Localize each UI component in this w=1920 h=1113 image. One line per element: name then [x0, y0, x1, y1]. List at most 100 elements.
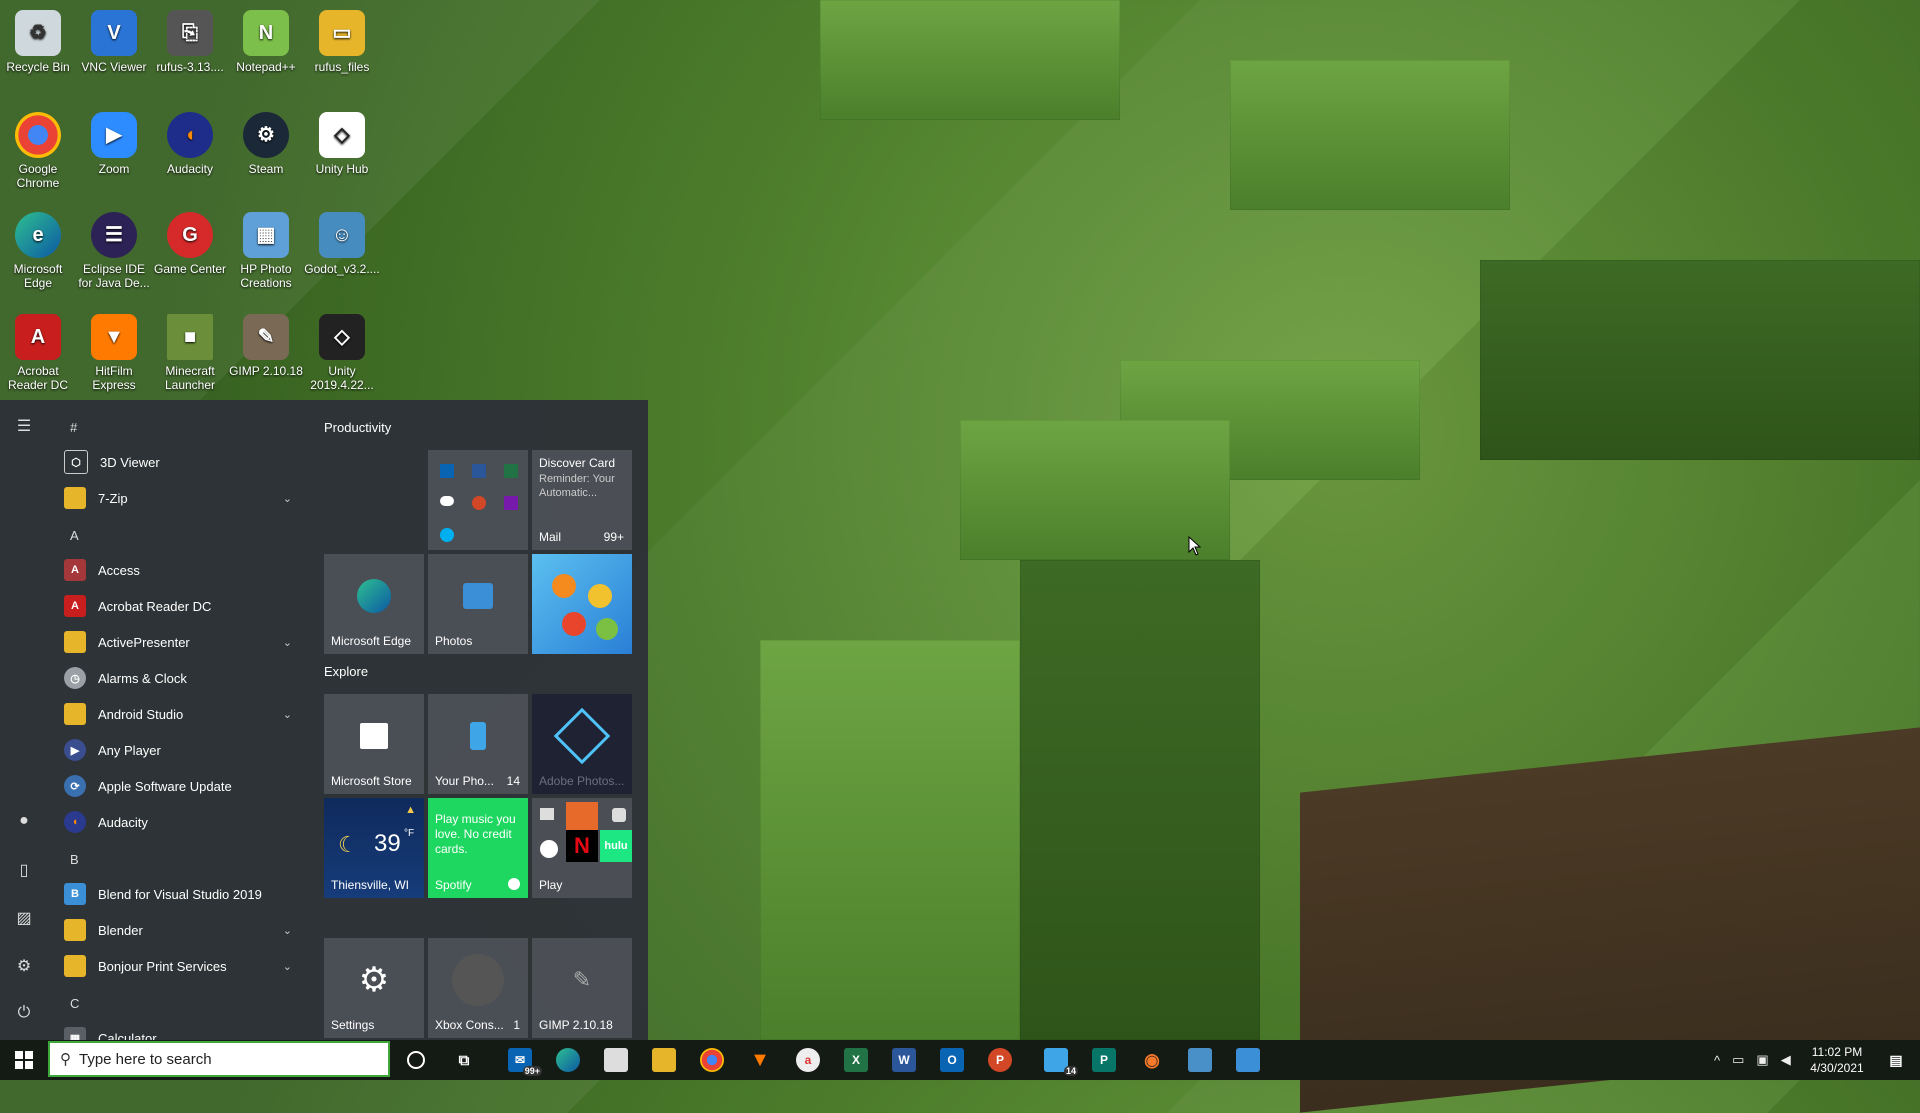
letter-header[interactable]: A [70, 528, 79, 543]
desktop-icon-game-center[interactable]: G Game Center [152, 208, 228, 276]
desktop-icon-eclipse[interactable]: ☰ Eclipse IDE for Java De... [76, 208, 152, 290]
desktop-icon-hitfilm[interactable]: ▼ HitFilm Express [76, 310, 152, 392]
chevron-down-icon: ⌄ [282, 492, 292, 505]
volume-icon[interactable]: ◀ [1781, 1052, 1791, 1068]
app-item-audacity[interactable]: ◖ Audacity [48, 804, 310, 840]
desktop-icon-zoom[interactable]: ▶ Zoom [76, 108, 152, 176]
mail-tile[interactable]: Discover Card Reminder: Your Automatic..… [532, 450, 632, 550]
app-item-calculator[interactable]: ▦ Calculator [48, 1020, 310, 1040]
app-item-activepresenter[interactable]: ActivePresenter ⌄ [48, 624, 310, 660]
desktop-icon-minecraft[interactable]: ■ Minecraft Launcher [152, 310, 228, 392]
letter-header[interactable]: C [70, 996, 79, 1011]
desktop-icon-hp-photo[interactable]: ▦ HP Photo Creations [228, 208, 304, 290]
desktop-icon-unity[interactable]: ◇ Unity 2019.4.22... [304, 310, 380, 392]
taskbar-word[interactable]: W [880, 1040, 928, 1080]
xbox-console-tile[interactable]: Xbox Cons... 1 [428, 938, 528, 1038]
action-center-button[interactable]: ▤ [1872, 1040, 1920, 1080]
photos-icon [463, 583, 493, 609]
play-tile[interactable]: N hulu Play [532, 798, 632, 898]
calculator-icon: ▦ [64, 1027, 86, 1040]
store-tile[interactable]: Microsoft Store [324, 694, 424, 794]
app-item-alarms[interactable]: ◷ Alarms & Clock [48, 660, 310, 696]
desktop-icon-gimp[interactable]: ✎ GIMP 2.10.18 [228, 310, 304, 378]
app-item-any-player[interactable]: ▶ Any Player [48, 732, 310, 768]
taskbar-edge[interactable] [544, 1040, 592, 1080]
search-icon: ⚲ [60, 1051, 71, 1068]
app-item-acrobat[interactable]: A Acrobat Reader DC [48, 588, 310, 624]
gimp-tile-label: GIMP 2.10.18 [539, 1018, 613, 1032]
adobe-photoshop-tile[interactable]: Adobe Photos... [532, 694, 632, 794]
documents-icon[interactable]: ▯ [12, 860, 36, 884]
desktop-icon-recycle-bin[interactable]: ♻ Recycle Bin [0, 6, 76, 74]
chevron-down-icon: ⌄ [282, 708, 292, 721]
taskbar-hitfilm[interactable]: ▼ [736, 1040, 784, 1080]
desktop-icon-edge[interactable]: e Microsoft Edge [0, 208, 76, 290]
spotify-tile[interactable]: Play music you love. No credit cards. Sp… [428, 798, 528, 898]
desktop-icon-steam[interactable]: ⚙ Steam [228, 108, 304, 176]
app-item-apple-update[interactable]: ⟳ Apple Software Update [48, 768, 310, 804]
desktop-icon-notepadpp[interactable]: N Notepad++ [228, 6, 304, 74]
start-button[interactable] [0, 1040, 48, 1080]
app-item-3d-viewer[interactable]: ⬡ 3D Viewer [48, 444, 310, 480]
taskbar-outlook[interactable]: O [928, 1040, 976, 1080]
usb-icon: ⎘ [167, 10, 213, 56]
taskbar-file-explorer[interactable] [640, 1040, 688, 1080]
app-item-blend[interactable]: B Blend for Visual Studio 2019 [48, 876, 310, 912]
hitfilm-icon: ▼ [91, 314, 137, 360]
taskbar-mail[interactable]: ✉ 99+ [496, 1040, 544, 1080]
desktop-icon-godot[interactable]: ☺ Godot_v3.2.... [304, 208, 380, 276]
taskbar-app-red[interactable]: a [784, 1040, 832, 1080]
taskbar-rdp[interactable] [1176, 1040, 1224, 1080]
app-item-android-studio[interactable]: Android Studio ⌄ [48, 696, 310, 732]
desktop-icon-rufus[interactable]: ⎘ rufus-3.13.... [152, 6, 228, 74]
desktop-icon-acrobat[interactable]: A Acrobat Reader DC [0, 310, 76, 392]
user-icon[interactable]: ● [12, 812, 36, 836]
taskbar-chrome[interactable] [688, 1040, 736, 1080]
show-hidden-icons-icon[interactable]: ^ [1714, 1053, 1720, 1068]
chevron-down-icon: ⌄ [282, 924, 292, 937]
powerpoint-icon [472, 496, 486, 510]
office-apps-tile[interactable] [428, 450, 528, 550]
network-icon[interactable]: ▣ [1756, 1052, 1768, 1068]
desktop-icon-audacity[interactable]: ◖ Audacity [152, 108, 228, 176]
tile-area: Productivity Discover Card Reminder: You… [318, 400, 648, 1040]
settings-gear-icon[interactable]: ⚙ [12, 956, 36, 980]
taskbar-store[interactable] [592, 1040, 640, 1080]
taskbar: ⚲ Type here to search ⧉ ✉ 99+ ▼ a X W O P… [0, 1040, 1920, 1080]
your-phone-tile[interactable]: Your Pho... 14 [428, 694, 528, 794]
task-view-button[interactable]: ⧉ [440, 1040, 488, 1080]
app-item-bonjour[interactable]: Bonjour Print Services ⌄ [48, 948, 310, 984]
power-icon[interactable]: ⏻ [12, 1004, 36, 1028]
weather-tile[interactable]: ☾ 39 °F ▲ Thiensville, WI [324, 798, 424, 898]
cortana-button[interactable] [392, 1040, 440, 1080]
taskbar-excel[interactable]: X [832, 1040, 880, 1080]
desktop-icon-vnc[interactable]: V VNC Viewer [76, 6, 152, 74]
photos-tile[interactable]: Photos [428, 554, 528, 654]
pictures-icon[interactable]: ▨ [12, 908, 36, 932]
app-item-access[interactable]: A Access [48, 552, 310, 588]
desktop-icon-rufus-files[interactable]: ▭ rufus_files [304, 6, 380, 74]
hamburger-menu-icon[interactable]: ☰ [12, 416, 36, 440]
letter-header[interactable]: B [70, 852, 79, 867]
taskbar-publisher[interactable]: P [1080, 1040, 1128, 1080]
desktop-icon-unity-hub[interactable]: ◇ Unity Hub [304, 108, 380, 176]
battery-icon[interactable]: ▭ [1732, 1052, 1744, 1068]
folder-icon [64, 919, 86, 941]
taskbar-blender[interactable]: ◉ [1128, 1040, 1176, 1080]
camera-icon [612, 808, 626, 822]
gimp-tile[interactable]: ✎ GIMP 2.10.18 [532, 938, 632, 1038]
minecraft-icon: ■ [167, 314, 213, 360]
taskbar-powerpoint[interactable]: P [976, 1040, 1024, 1080]
start-menu: ☰ ● ▯ ▨ ⚙ ⏻ # ⬡ 3D Viewer 7-Zip ⌄ A A Acces… [0, 400, 648, 1040]
settings-tile[interactable]: ⚙ Settings [324, 938, 424, 1038]
search-box[interactable]: ⚲ Type here to search [48, 1041, 390, 1077]
desktop-icon-chrome[interactable]: Google Chrome [0, 108, 76, 190]
taskbar-blend[interactable] [1224, 1040, 1272, 1080]
letter-header[interactable]: # [70, 420, 77, 435]
edge-tile[interactable]: Microsoft Edge [324, 554, 424, 654]
app-item-7zip[interactable]: 7-Zip ⌄ [48, 480, 310, 516]
game-tile[interactable] [532, 554, 632, 654]
clock[interactable]: 11:02 PM 4/30/2021 [1802, 1044, 1872, 1076]
app-item-blender[interactable]: Blender ⌄ [48, 912, 310, 948]
taskbar-phone[interactable]: 14 [1032, 1040, 1080, 1080]
